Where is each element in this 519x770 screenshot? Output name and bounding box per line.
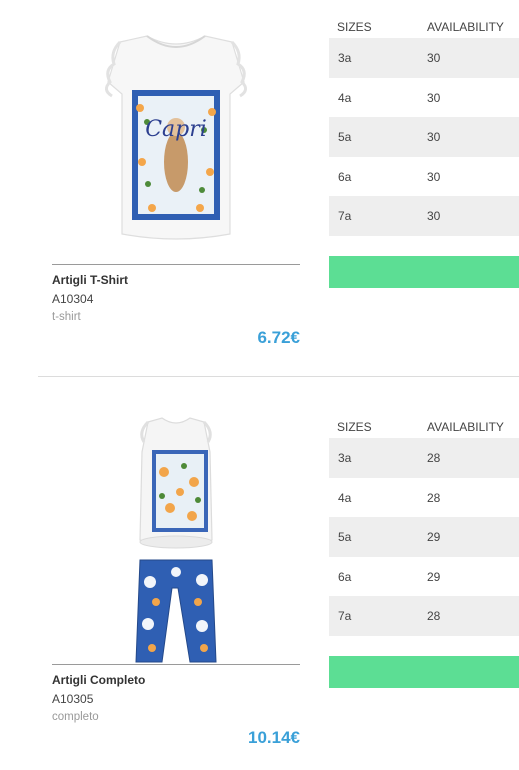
table-header: SIZES AVAILABILITY bbox=[329, 14, 519, 38]
table-row: 3a 30 bbox=[329, 38, 519, 78]
product-code: A10305 bbox=[52, 692, 94, 706]
svg-text:Capri: Capri bbox=[145, 117, 207, 142]
table-row: 5a 30 bbox=[329, 117, 519, 157]
product-category: t-shirt bbox=[52, 311, 81, 323]
sizes-header: SIZES bbox=[337, 420, 372, 434]
table-row: 6a 29 bbox=[329, 557, 519, 597]
size-cell: 5a bbox=[338, 530, 352, 545]
product-card: Capri Artigli T-Shirt A10304 t-shirt 6.7… bbox=[0, 0, 519, 370]
availability-cell: 28 bbox=[427, 609, 441, 624]
size-availability-table: SIZES AVAILABILITY 3a 30 4a 30 5a 30 6a … bbox=[329, 14, 519, 236]
add-to-cart-button[interactable] bbox=[329, 256, 519, 288]
sizes-header: SIZES bbox=[337, 20, 372, 34]
size-cell: 7a bbox=[338, 609, 352, 624]
availability-cell: 30 bbox=[427, 130, 441, 145]
size-cell: 6a bbox=[338, 169, 352, 184]
availability-cell: 28 bbox=[427, 451, 441, 465]
size-cell: 6a bbox=[338, 569, 352, 584]
table-row: 5a 29 bbox=[329, 517, 519, 557]
availability-header: AVAILABILITY bbox=[427, 420, 504, 434]
tshirt-image: Capri bbox=[105, 35, 247, 240]
table-row: 7a 28 bbox=[329, 596, 519, 636]
completo-image bbox=[135, 417, 217, 663]
product-name[interactable]: Artigli Completo bbox=[52, 673, 145, 687]
separator-line bbox=[52, 664, 300, 665]
table-row: 4a 30 bbox=[329, 78, 519, 118]
size-cell: 3a bbox=[338, 51, 352, 65]
separator-line bbox=[52, 264, 300, 265]
size-cell: 7a bbox=[338, 209, 352, 224]
product-category: completo bbox=[52, 711, 99, 723]
size-cell: 5a bbox=[338, 130, 352, 145]
size-cell: 3a bbox=[338, 451, 352, 465]
availability-cell: 30 bbox=[427, 90, 441, 105]
table-row: 4a 28 bbox=[329, 478, 519, 518]
product-price: 6.72€ bbox=[257, 328, 300, 347]
availability-cell: 29 bbox=[427, 530, 441, 545]
product-divider bbox=[38, 376, 519, 377]
availability-cell: 30 bbox=[427, 209, 441, 224]
table-row: 6a 30 bbox=[329, 157, 519, 197]
product-price: 10.14€ bbox=[248, 728, 300, 747]
product-image[interactable]: Capri bbox=[52, 12, 300, 267]
add-to-cart-button[interactable] bbox=[329, 656, 519, 688]
size-availability-table: SIZES AVAILABILITY 3a 28 4a 28 5a 29 6a … bbox=[329, 414, 519, 636]
table-row: 7a 30 bbox=[329, 196, 519, 236]
size-cell: 4a bbox=[338, 490, 352, 505]
availability-cell: 30 bbox=[427, 51, 441, 65]
availability-cell: 28 bbox=[427, 490, 441, 505]
product-code: A10304 bbox=[52, 292, 94, 306]
product-card: Artigli Completo A10305 completo 10.14€ … bbox=[0, 400, 519, 770]
table-row: 3a 28 bbox=[329, 438, 519, 478]
product-image[interactable] bbox=[52, 412, 300, 667]
availability-header: AVAILABILITY bbox=[427, 20, 504, 34]
size-cell: 4a bbox=[338, 90, 352, 105]
product-name[interactable]: Artigli T-Shirt bbox=[52, 273, 128, 287]
availability-cell: 30 bbox=[427, 169, 441, 184]
availability-cell: 29 bbox=[427, 569, 441, 584]
table-header: SIZES AVAILABILITY bbox=[329, 414, 519, 438]
